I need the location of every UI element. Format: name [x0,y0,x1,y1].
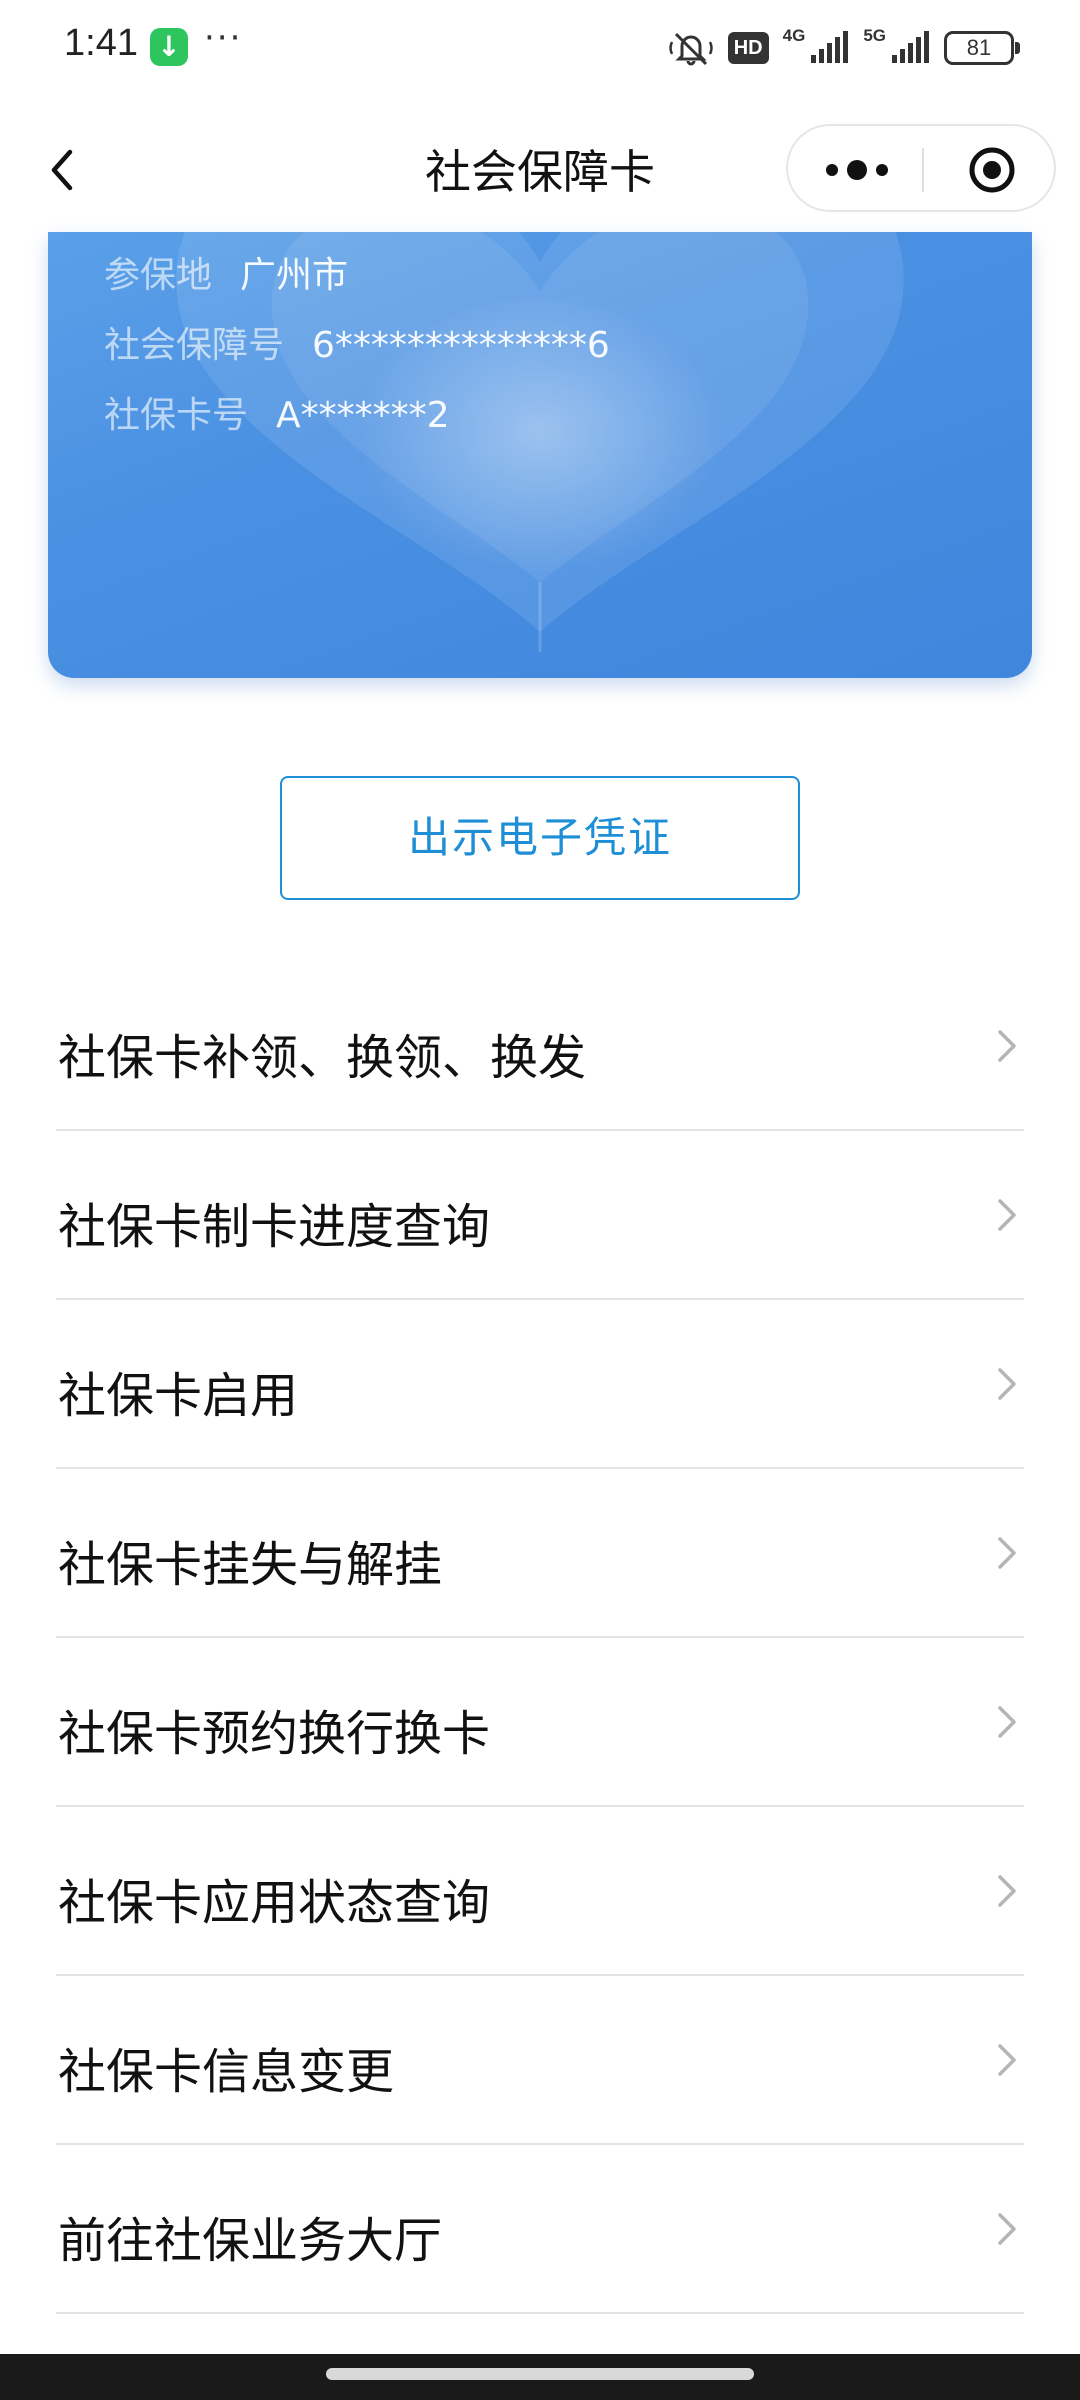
heart-watermark [176,232,904,652]
menu-item-status-query[interactable]: 社保卡应用状态查询 [56,1807,1024,1976]
chevron-right-icon [998,1537,1016,1569]
menu-item-info-change[interactable]: 社保卡信息变更 [56,1976,1024,2145]
card-label: 参保地 [104,255,213,296]
chevron-right-icon [998,1706,1016,1738]
status-bar: 1:41 ↓ ··· HD 4G 5G 81 [0,0,1080,96]
card-value: 广州市 [240,255,349,296]
chevron-right-icon [998,1030,1016,1062]
chevron-right-icon [998,1368,1016,1400]
menu-item-production-progress[interactable]: 社保卡制卡进度查询 [56,1131,1024,1300]
menu-item-reissue[interactable]: 社保卡补领、换领、换发 [56,962,1024,1131]
menu-item-label: 社保卡挂失与解挂 [58,1537,443,1593]
network-5g-label: 5G [863,26,886,45]
service-menu-list: 社保卡补领、换领、换发 社保卡制卡进度查询 社保卡启用 社保卡挂失与解挂 社保卡… [56,962,1024,2314]
hd-voice-badge: HD [727,32,769,64]
show-e-credential-button[interactable]: 出示电子凭证 [280,776,800,900]
chevron-right-icon [998,2213,1016,2245]
card-label: 社保卡号 [104,395,249,436]
nav-bar: 社会保障卡 [0,110,1080,230]
chevron-right-icon [998,1199,1016,1231]
card-label: 社会保障号 [104,325,285,366]
menu-item-label: 社保卡信息变更 [58,2044,395,2100]
card-value: 6**************6 [312,325,610,366]
chevron-right-icon [998,1875,1016,1907]
menu-item-label: 社保卡制卡进度查询 [58,1199,491,1255]
card-row-social-security-number: 社会保障号 6**************6 [104,316,610,368]
menu-item-label: 社保卡补领、换领、换发 [58,1030,587,1086]
card-value: A*******2 [276,395,450,436]
menu-item-label: 前往社保业务大厅 [58,2213,443,2269]
signal-strength-icon [811,31,849,63]
target-circle-icon[interactable] [968,146,1016,194]
network-4g-label: 4G [782,26,806,45]
social-security-card: 参保地 广州市 社会保障号 6**************6 社保卡号 A******… [48,232,1032,678]
menu-item-label: 社保卡应用状态查询 [58,1875,491,1931]
menu-item-label: 社保卡启用 [58,1368,299,1424]
status-time: 1:41 [64,22,138,64]
status-more-notifications: ··· [204,18,243,58]
menu-item-activate[interactable]: 社保卡启用 [56,1300,1024,1469]
miniprogram-capsule [786,124,1056,212]
capsule-divider [922,148,924,192]
battery-indicator: 81 [944,31,1020,65]
chevron-right-icon [998,2044,1016,2076]
card-row-card-number: 社保卡号 A*******2 [104,386,450,438]
menu-item-label: 社保卡预约换行换卡 [58,1706,491,1762]
download-arrow-icon: ↓ [150,28,188,66]
signal-strength-icon [892,31,929,63]
gesture-nav-area [0,2354,1080,2400]
menu-item-report-loss[interactable]: 社保卡挂失与解挂 [56,1469,1024,1638]
more-dots-icon[interactable] [812,148,902,192]
card-row-insured-location: 参保地 广州市 [104,246,348,298]
status-indicators: HD 4G 5G 81 [668,26,1020,70]
menu-item-service-hall[interactable]: 前往社保业务大厅 [56,2145,1024,2314]
home-gesture-handle[interactable] [326,2368,754,2380]
menu-item-bank-change[interactable]: 社保卡预约换行换卡 [56,1638,1024,1807]
mute-bell-icon [668,32,713,66]
